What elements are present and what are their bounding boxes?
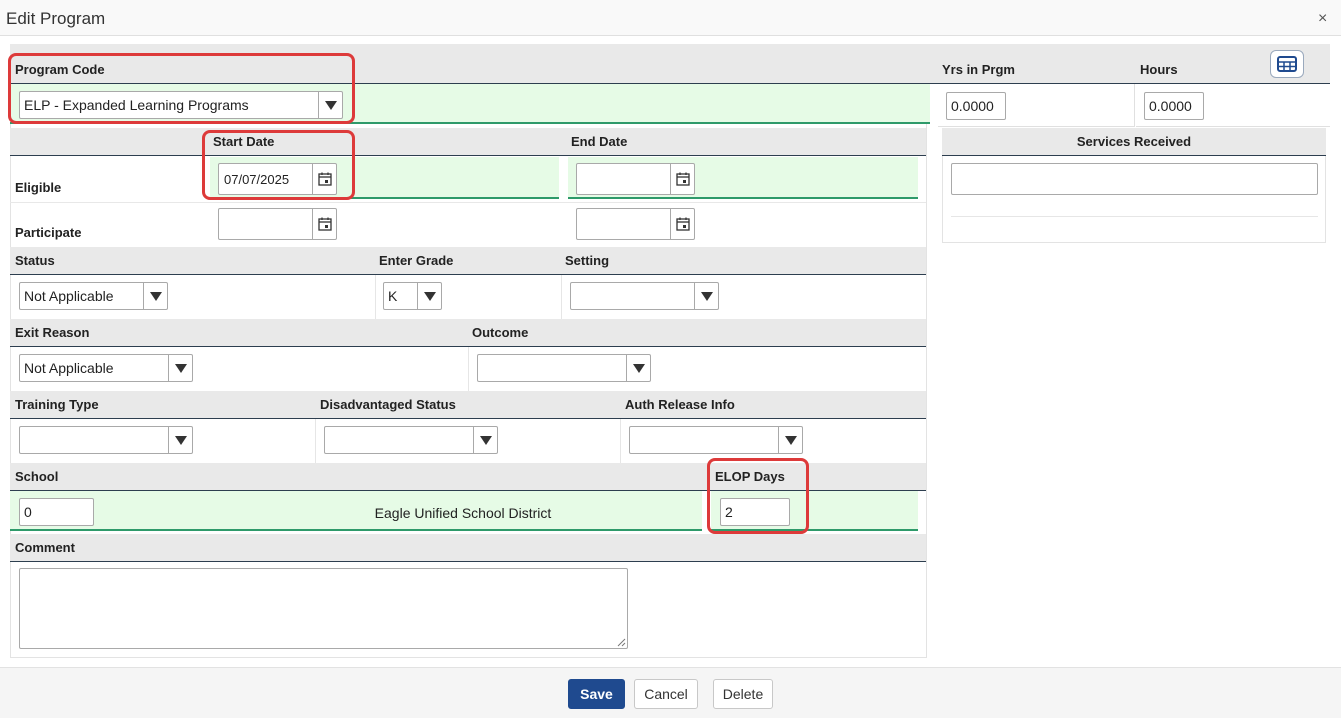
participate-start-value [219,209,312,239]
divider [315,419,316,463]
resize-handle-icon[interactable] [617,638,626,647]
highlight-program-code [8,53,355,124]
yrs-in-prgm-label: Yrs in Prgm [942,62,1015,77]
participate-label: Participate [15,225,82,240]
participate-end-date[interactable] [576,208,695,240]
school-name: Eagle Unified School District [374,505,552,521]
training-header-row [10,391,926,419]
exit-reason-label: Exit Reason [15,325,90,340]
highlight-start-date [202,130,355,200]
exit-reason-select[interactable]: Not Applicable [19,354,193,382]
end-date-label: End Date [571,134,628,149]
divider [951,216,1318,217]
grid-view-button[interactable] [1270,50,1304,78]
auth-release-info-value [630,427,778,453]
eligible-end-value [577,164,670,194]
training-type-value [20,427,168,453]
auth-release-info-select[interactable] [629,426,803,454]
comment-textarea[interactable] [19,568,628,649]
outcome-value [478,355,626,381]
outcome-label: Outcome [472,325,529,340]
delete-button[interactable]: Delete [713,679,773,709]
chevron-down-icon [694,283,718,309]
exit-header-row [10,319,926,347]
disadvantaged-status-label: Disadvantaged Status [320,397,456,412]
calendar-icon[interactable] [670,164,694,194]
chevron-down-icon [168,427,192,453]
enter-grade-label: Enter Grade [379,253,454,268]
setting-value [571,283,694,309]
enter-grade-value: K [388,288,398,304]
status-header-row [10,247,926,275]
disadvantaged-status-select[interactable] [324,426,498,454]
hours-label: Hours [1140,62,1178,77]
dialog-titlebar [0,0,1341,36]
comment-header-row [10,534,926,562]
outcome-select[interactable] [477,354,651,382]
chevron-down-icon [473,427,497,453]
chevron-down-icon [778,427,802,453]
divider [620,419,621,463]
dialog-title: Edit Program [6,9,106,28]
divider [375,275,376,319]
calendar-icon[interactable] [312,209,336,239]
participate-start-date[interactable] [218,208,337,240]
yrs-in-prgm-input[interactable]: 0.0000 [946,92,1006,120]
training-type-select[interactable] [19,426,193,454]
divider [561,275,562,319]
eligible-label: Eligible [15,180,62,195]
divider [10,202,926,203]
chevron-down-icon [626,355,650,381]
setting-label: Setting [565,253,610,268]
services-received-input[interactable] [951,163,1318,195]
table-icon [1277,56,1297,72]
services-received-label: Services Received [1076,134,1192,149]
chevron-down-icon [143,283,167,309]
comment-label: Comment [15,540,75,555]
highlight-elop-days [707,458,809,534]
calendar-icon[interactable] [670,209,694,239]
cancel-button[interactable]: Cancel [634,679,698,709]
participate-end-value [577,209,670,239]
save-button[interactable]: Save [568,679,625,709]
divider [468,347,469,391]
status-label: Status [15,253,55,268]
chevron-down-icon [168,355,192,381]
enter-grade-select[interactable]: K [383,282,442,310]
exit-reason-value: Not Applicable [24,360,114,376]
close-icon[interactable]: × [1318,10,1327,28]
disadvantaged-status-value [325,427,473,453]
chevron-down-icon [417,283,441,309]
school-label: School [15,469,59,484]
hours-input[interactable]: 0.0000 [1144,92,1204,120]
eligible-end-date[interactable] [576,163,695,195]
dates-header-row [10,128,926,156]
setting-select[interactable] [570,282,719,310]
auth-release-info-label: Auth Release Info [625,397,735,412]
status-value: Not Applicable [24,288,114,304]
school-code-input[interactable]: 0 [19,498,94,526]
training-type-label: Training Type [15,397,99,412]
status-select[interactable]: Not Applicable [19,282,168,310]
